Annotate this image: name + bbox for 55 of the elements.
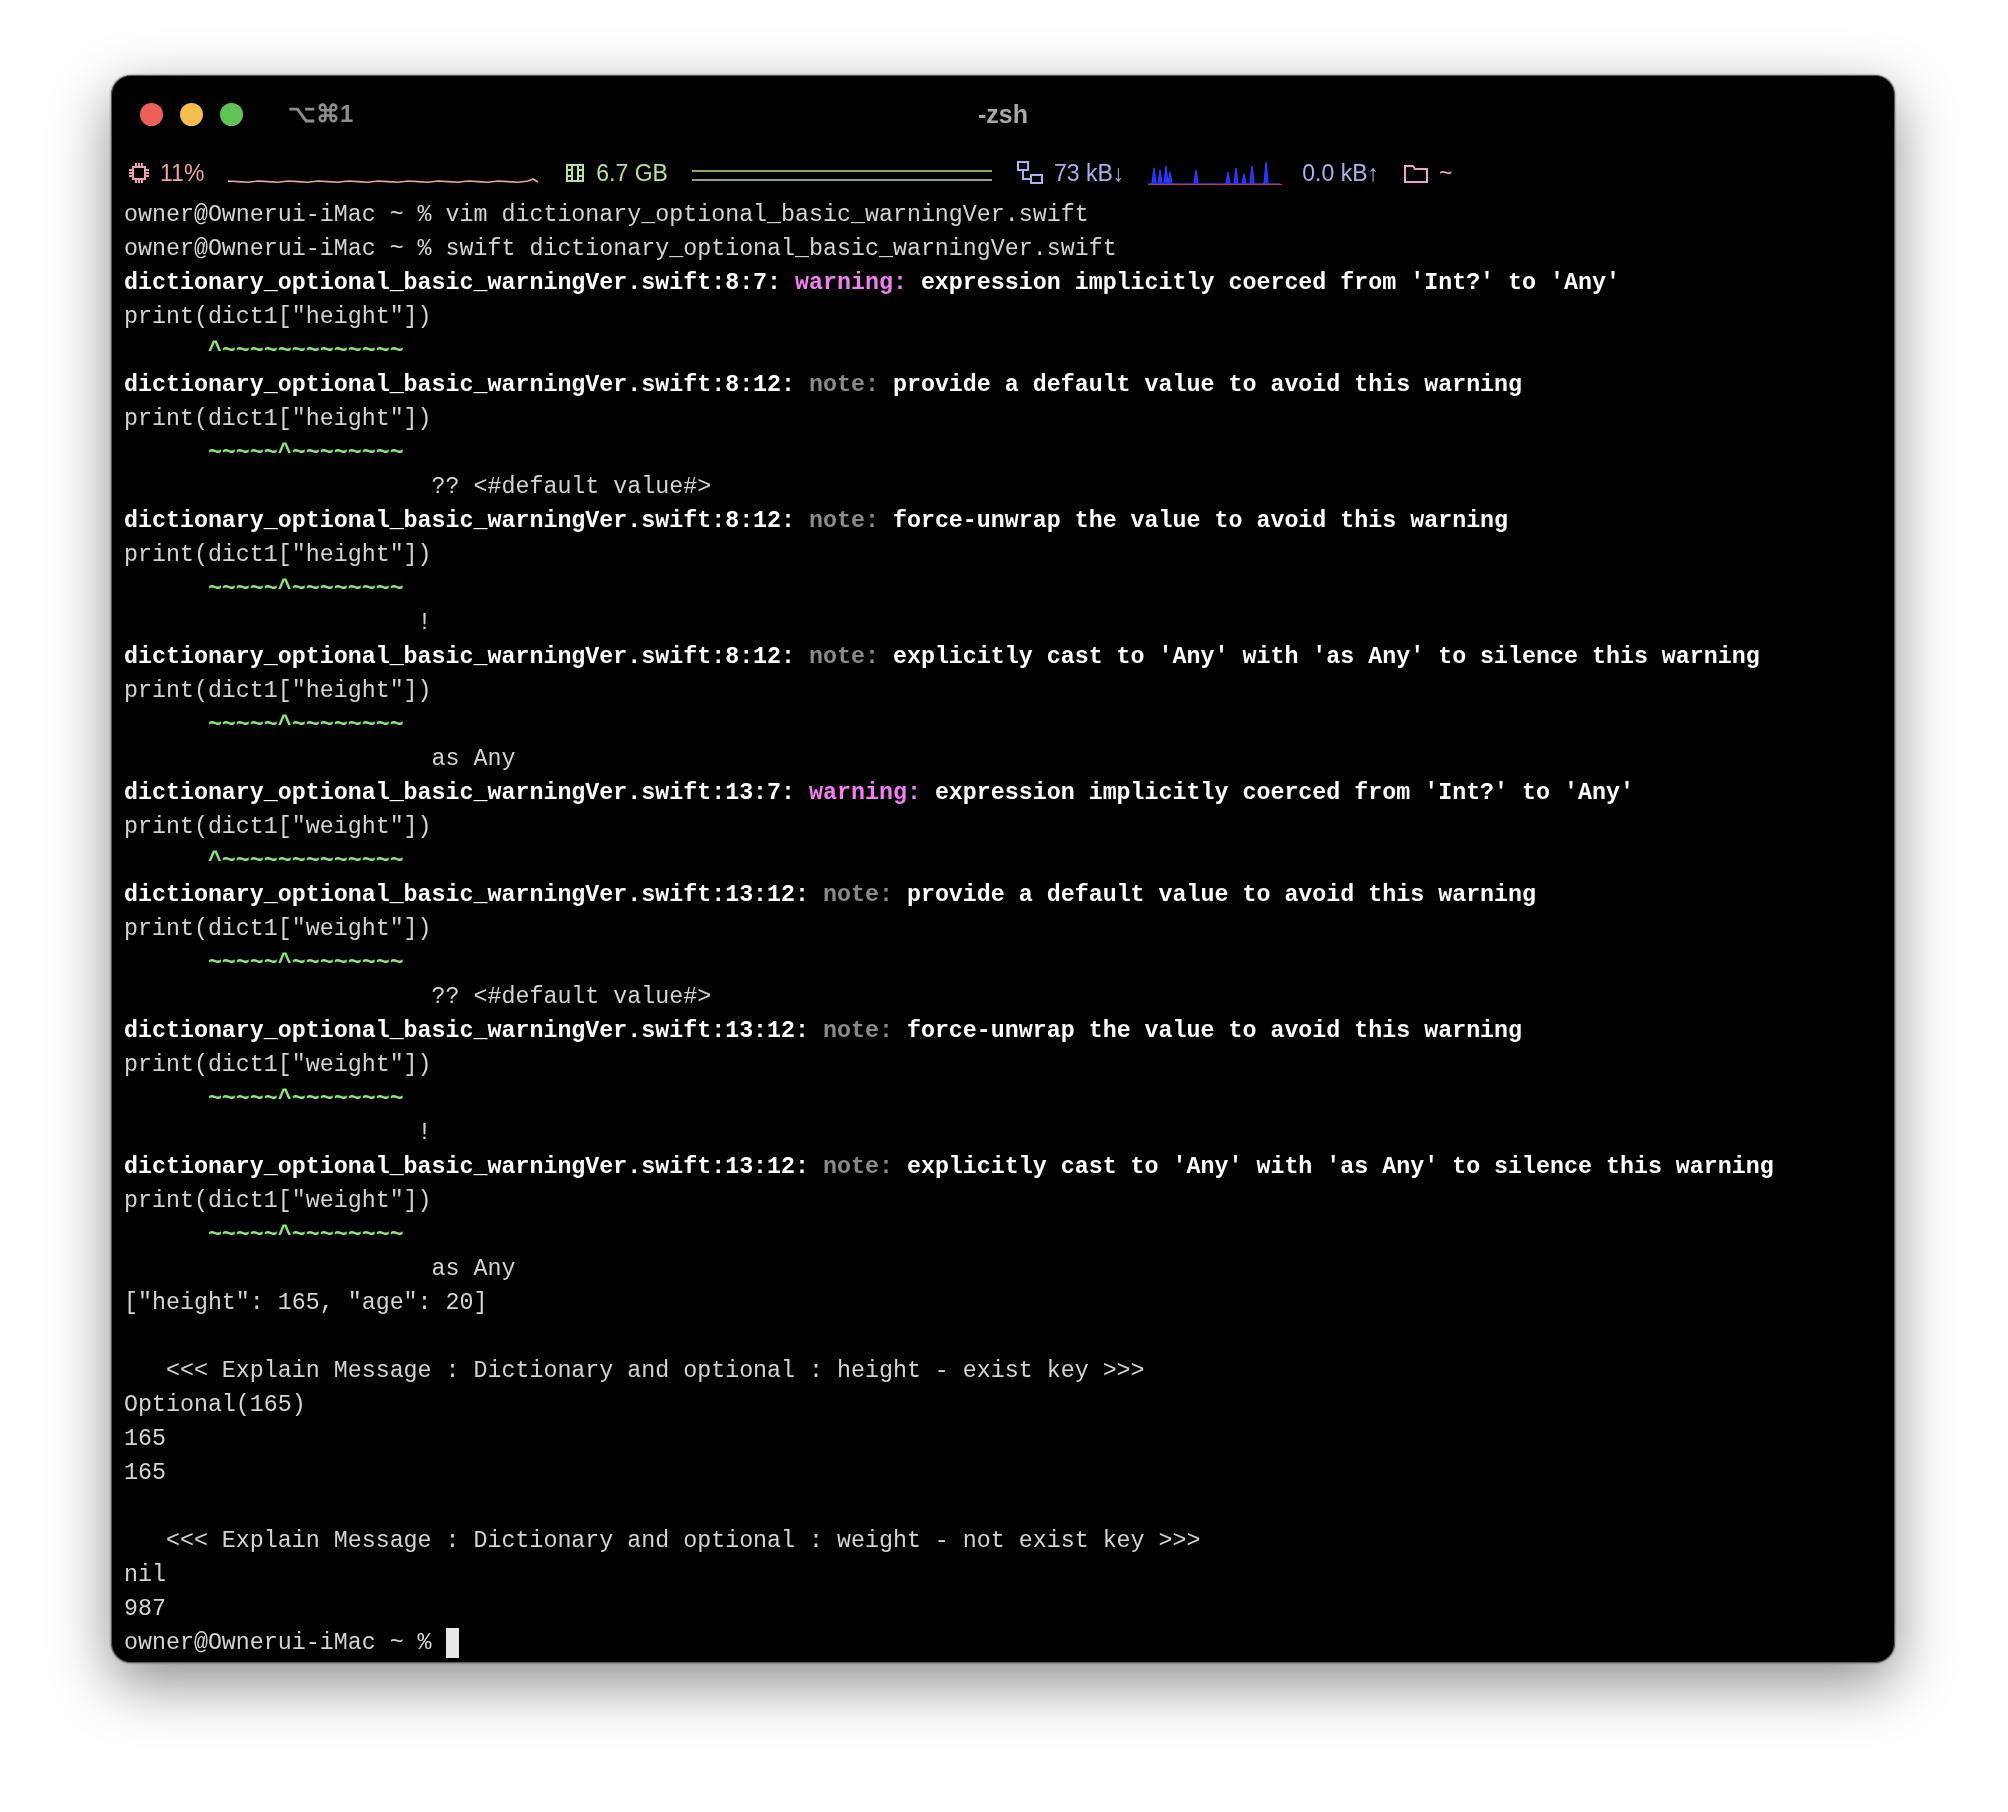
terminal-line: owner@Ownerui-iMac ~ % bbox=[124, 1629, 433, 1658]
terminal-line: owner@Ownerui-iMac ~ % swift dictionary_optional_basic_warningVer.swift bbox=[124, 235, 1117, 264]
terminal-line: ~~~~~^~~~~~~~~ bbox=[206, 711, 404, 740]
memory-icon bbox=[564, 162, 587, 184]
window-title: -zsh bbox=[978, 99, 1028, 129]
terminal-line: print(dict1["weight"]) bbox=[124, 1051, 432, 1080]
terminal-line: ["height": 165, "age": 20] bbox=[124, 1289, 488, 1318]
minimize-button[interactable] bbox=[180, 102, 203, 126]
terminal-line: print(dict1["weight"]) bbox=[124, 813, 432, 842]
terminal-line: ~~~~~^~~~~~~~~ bbox=[206, 1221, 404, 1250]
network-icon bbox=[1015, 160, 1044, 186]
memory-usage: 6.7 GB bbox=[596, 159, 668, 187]
close-button[interactable] bbox=[140, 102, 163, 126]
terminal-line: ?? <#default value#> bbox=[430, 473, 712, 502]
terminal-line: ~~~~~^~~~~~~~~ bbox=[206, 575, 404, 604]
terminal-line: ~~~~~^~~~~~~~~ bbox=[206, 439, 404, 468]
terminal-line: print(dict1["height"]) bbox=[124, 405, 432, 434]
terminal-line: dictionary_optional_basic_warningVer.swift:8:12: note: provide a default value to avoid this warning bbox=[124, 371, 1523, 400]
terminal-line: dictionary_optional_basic_warningVer.swift:8:7: warning: expression implicitly coerced from 'Int?' to 'Any' bbox=[124, 269, 1620, 298]
terminal-line: Optional(165) bbox=[124, 1391, 306, 1420]
terminal-line: owner@Ownerui-iMac ~ % vim dictionary_optional_basic_warningVer.swift bbox=[124, 201, 1089, 230]
terminal-line: dictionary_optional_basic_warningVer.swift:8:12: note: force-unwrap the value to avoid this warning bbox=[124, 507, 1509, 536]
terminal-line: <<< Explain Message : Dictionary and optional : height - exist key >>> bbox=[164, 1357, 1145, 1386]
terminal-line: ! bbox=[416, 609, 432, 638]
current-directory: ~ bbox=[1439, 159, 1453, 187]
folder-icon bbox=[1403, 162, 1429, 184]
download-rate: 73 kB↓ bbox=[1053, 159, 1125, 187]
terminal-line: ^~~~~~~~~~~~~~ bbox=[206, 337, 404, 366]
terminal-line: dictionary_optional_basic_warningVer.swift:13:12: note: force-unwrap the value to avoid this warning bbox=[124, 1017, 1523, 1046]
terminal-line: as Any bbox=[430, 1255, 516, 1284]
upload-rate: 0.0 kB↑ bbox=[1302, 159, 1379, 187]
terminal-line: ~~~~~^~~~~~~~~ bbox=[206, 949, 404, 978]
terminal-line: ~~~~~^~~~~~~~~ bbox=[206, 1085, 404, 1114]
terminal-line: 165 bbox=[124, 1425, 166, 1454]
terminal-line: print(dict1["height"]) bbox=[124, 677, 432, 706]
terminal-line: print(dict1["weight"]) bbox=[124, 1187, 432, 1216]
cpu-usage: 11% bbox=[160, 159, 205, 187]
terminal-line: ! bbox=[416, 1119, 432, 1148]
zoom-button[interactable] bbox=[220, 102, 243, 126]
terminal-line: print(dict1["height"]) bbox=[124, 541, 432, 570]
terminal-line: print(dict1["weight"]) bbox=[124, 915, 432, 944]
terminal-line: 165 bbox=[124, 1459, 166, 1488]
cpu-icon bbox=[128, 162, 150, 184]
terminal-line: 987 bbox=[124, 1595, 166, 1624]
terminal-line: ^~~~~~~~~~~~~~ bbox=[206, 847, 404, 876]
tab-shortcut: ⌥⌘1 bbox=[288, 100, 354, 128]
terminal-line: print(dict1["height"]) bbox=[124, 303, 432, 332]
terminal-line: ?? <#default value#> bbox=[430, 983, 712, 1012]
terminal-line: dictionary_optional_basic_warningVer.swift:13:12: note: provide a default value to avoid this warning bbox=[124, 881, 1537, 910]
terminal-line: dictionary_optional_basic_warningVer.swift:13:7: warning: expression implicitly coerced from 'Int?' to 'Any' bbox=[124, 779, 1634, 808]
terminal-line: as Any bbox=[430, 745, 516, 774]
terminal-line: nil bbox=[124, 1561, 166, 1590]
terminal-line: dictionary_optional_basic_warningVer.swift:8:12: note: explicitly cast to 'Any' with 'as Any' to silence this warning bbox=[124, 643, 1760, 672]
terminal-line: <<< Explain Message : Dictionary and optional : weight - not exist key >>> bbox=[164, 1527, 1201, 1556]
terminal-line: dictionary_optional_basic_warningVer.swift:13:12: note: explicitly cast to 'Any' with 'as Any' to silence this warning bbox=[124, 1153, 1774, 1182]
